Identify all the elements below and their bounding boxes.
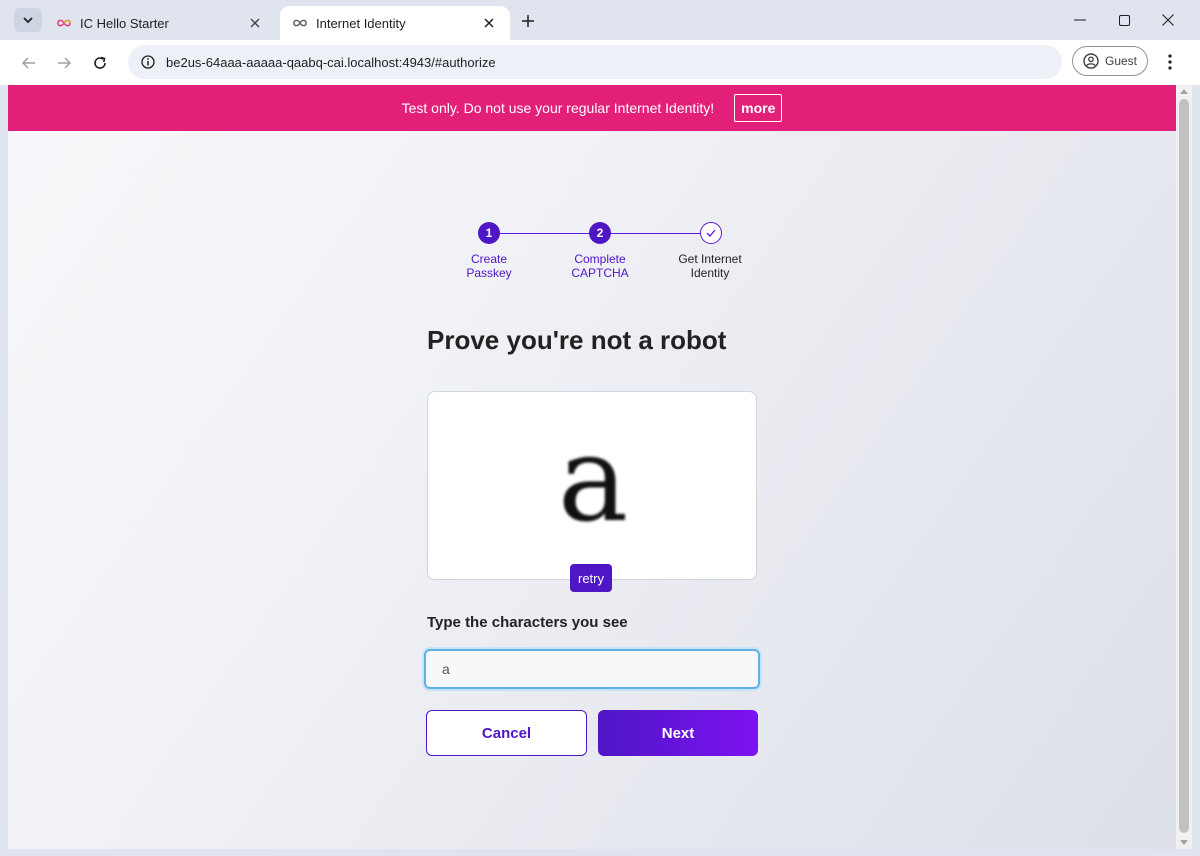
- close-icon: [1162, 14, 1174, 26]
- browser-window: IC Hello Starter Internet Identity be2us…: [0, 0, 1200, 856]
- plus-icon: [522, 15, 534, 27]
- checkmark-icon: [706, 229, 716, 237]
- step-connector: [611, 233, 700, 234]
- new-tab-button[interactable]: [516, 10, 540, 32]
- browser-menu-button[interactable]: [1158, 50, 1182, 74]
- scrollbar-thumb[interactable]: [1179, 99, 1189, 833]
- page-viewport: Test only. Do not use your regular Inter…: [8, 85, 1176, 849]
- retry-button[interactable]: retry: [570, 564, 612, 592]
- banner-text: Test only. Do not use your regular Inter…: [401, 100, 715, 116]
- scroll-up-arrow-icon[interactable]: [1180, 89, 1188, 94]
- tab-strip: IC Hello Starter Internet Identity: [0, 0, 1200, 40]
- step-2-indicator: 2: [589, 222, 611, 244]
- maximize-button[interactable]: [1102, 6, 1146, 34]
- tab-search-button[interactable]: [14, 8, 42, 32]
- reload-button[interactable]: [87, 50, 113, 76]
- step-connector: [500, 233, 589, 234]
- infinity-logo-icon: [292, 18, 310, 28]
- url-text: be2us-64aaa-aaaaa-qaabq-cai.localhost:49…: [166, 54, 496, 70]
- reload-icon: [94, 56, 106, 69]
- arrow-left-icon: [22, 57, 35, 69]
- back-button[interactable]: [16, 50, 42, 76]
- page-title: Prove you're not a robot: [427, 325, 727, 355]
- maximize-icon: [1118, 14, 1130, 26]
- tab-title: Internet Identity: [316, 15, 406, 31]
- tab-ic-hello-starter[interactable]: IC Hello Starter: [44, 6, 276, 40]
- page-scrollbar[interactable]: [1176, 85, 1192, 849]
- minimize-button[interactable]: [1058, 6, 1102, 34]
- scroll-down-arrow-icon[interactable]: [1180, 840, 1188, 845]
- forward-button[interactable]: [51, 50, 77, 76]
- step-2-label: Complete CAPTCHA: [571, 252, 629, 280]
- more-button[interactable]: more: [734, 94, 783, 122]
- tab-internet-identity[interactable]: Internet Identity: [280, 6, 510, 40]
- chevron-down-icon: [23, 17, 33, 24]
- site-info-icon[interactable]: [134, 55, 162, 69]
- cancel-button[interactable]: Cancel: [426, 710, 587, 756]
- tab-title: IC Hello Starter: [80, 15, 169, 31]
- close-window-button[interactable]: [1146, 6, 1190, 34]
- step-1-indicator: 1: [478, 222, 500, 244]
- close-icon[interactable]: [478, 12, 500, 34]
- test-warning-banner: Test only. Do not use your regular Inter…: [8, 85, 1176, 131]
- profile-label: Guest: [1105, 54, 1138, 68]
- captcha-input[interactable]: [424, 649, 760, 689]
- infinity-logo-icon: [56, 18, 74, 28]
- step-3-label: Get Internet Identity: [678, 252, 742, 280]
- arrow-right-icon: [58, 57, 71, 69]
- step-1-label: Create Passkey: [466, 252, 512, 280]
- captcha-input-label: Type the characters you see: [427, 614, 628, 631]
- address-bar[interactable]: be2us-64aaa-aaaaa-qaabq-cai.localhost:49…: [128, 45, 1062, 79]
- browser-toolbar: be2us-64aaa-aaaaa-qaabq-cai.localhost:49…: [0, 40, 1200, 85]
- next-button[interactable]: Next: [598, 710, 758, 756]
- close-icon[interactable]: [244, 12, 266, 34]
- more-vert-icon: [1168, 54, 1172, 70]
- minimize-icon: [1074, 19, 1086, 21]
- profile-button[interactable]: Guest: [1072, 46, 1148, 76]
- window-frame: [1192, 85, 1200, 856]
- progress-stepper: 1 2 Create Passkey Complete CAPTCHA Get …: [428, 220, 758, 280]
- captcha-image: a retry: [427, 391, 757, 592]
- account-circle-icon: [1083, 53, 1099, 69]
- step-3-indicator: [700, 222, 722, 244]
- captcha-character: a: [557, 410, 629, 548]
